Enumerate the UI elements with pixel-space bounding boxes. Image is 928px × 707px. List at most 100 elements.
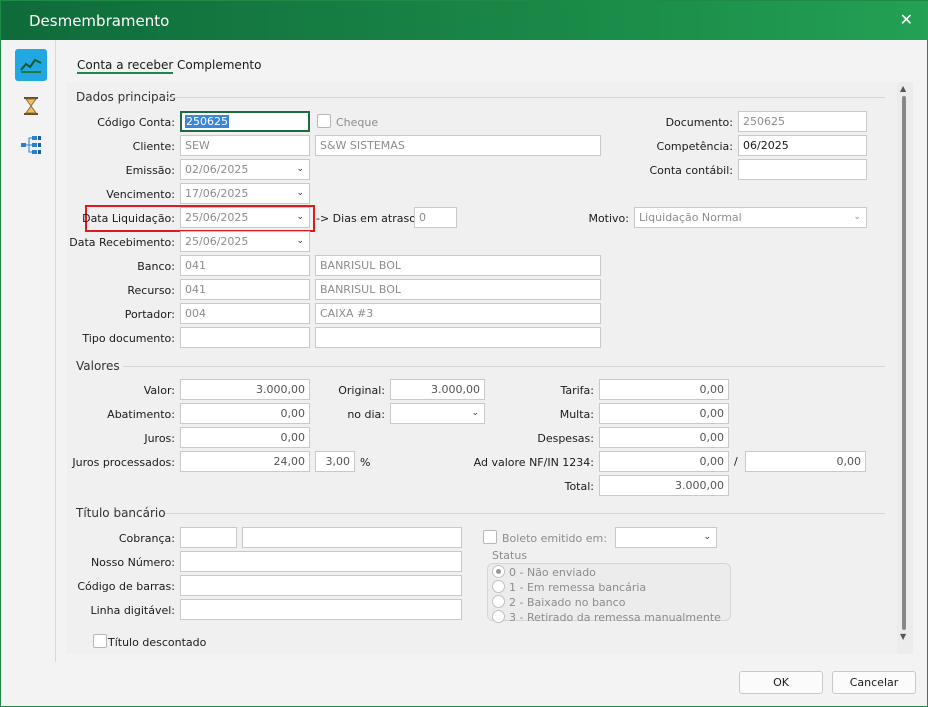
chevron-down-icon[interactable]: ⌄ [471, 408, 479, 418]
title-bar: Desmembramento ✕ [1, 1, 928, 40]
juros-processados-label: Juros processados: [72, 456, 175, 469]
liquidacao-label: Data Liquidação: [82, 212, 175, 225]
codigo-label: Código Conta: [97, 116, 175, 129]
recebimento-date-picker[interactable]: 25/06/2025 ⌄ [180, 231, 310, 252]
despesas-label: Despesas: [537, 432, 594, 445]
ad-valore-label: Ad valore NF/IN 1234: [473, 456, 594, 469]
sidebar [1, 40, 56, 662]
recebimento-label: Data Recebimento: [69, 236, 175, 249]
status-label: Status [492, 549, 528, 562]
split-icon[interactable] [15, 129, 47, 161]
titulo-descontado-checkbox[interactable] [93, 634, 107, 648]
scroll-down-icon[interactable]: ▼ [900, 632, 906, 641]
liquidacao-date-picker[interactable]: 25/06/2025 ⌄ [180, 207, 310, 228]
cobranca-name-input[interactable] [242, 527, 462, 548]
scroll-up-icon[interactable]: ▲ [900, 84, 906, 93]
tab-complemento[interactable]: Complemento [177, 58, 261, 72]
original-label: Original: [338, 384, 385, 397]
cobranca-code-input[interactable] [180, 527, 237, 548]
cliente-code-input[interactable]: SEW [180, 135, 310, 156]
multa-input[interactable]: 0,00 [599, 403, 729, 424]
competencia-label: Competência: [656, 140, 733, 153]
chevron-down-icon[interactable]: ⌄ [853, 212, 861, 222]
ad-valore-input-2[interactable]: 0,00 [745, 451, 866, 472]
section-divider [123, 366, 885, 367]
dias-atraso-label: -> Dias em atraso: [316, 212, 420, 225]
tarifa-input[interactable]: 0,00 [599, 379, 729, 400]
scrollbar-thumb[interactable] [902, 96, 906, 630]
abatimento-input[interactable]: 0,00 [180, 403, 310, 424]
percent-symbol: % [360, 456, 371, 469]
motivo-select[interactable]: Liquidação Normal ⌄ [634, 207, 867, 228]
tipo-documento-name-input[interactable] [315, 327, 601, 348]
section-valores: Valores [76, 359, 120, 373]
dias-atraso-input[interactable]: 0 [414, 207, 457, 228]
status-radio-3[interactable] [492, 610, 505, 623]
linha-digitavel-input[interactable] [180, 599, 462, 620]
chart-icon[interactable] [15, 49, 47, 81]
status-radio-2[interactable] [492, 595, 505, 608]
portador-code-input[interactable]: 004 [180, 303, 310, 324]
tarifa-label: Tarifa: [560, 384, 594, 397]
tipo-documento-code-input[interactable] [180, 327, 310, 348]
portador-name-input[interactable]: CAIXA #3 [315, 303, 601, 324]
cliente-name-input[interactable]: S&W SISTEMAS [315, 135, 601, 156]
status-option-3: 3 - Retirado da remessa manualmente [509, 611, 721, 624]
abatimento-label: Abatimento: [107, 408, 175, 421]
tab-conta-a-receber[interactable]: Conta a receber [77, 58, 174, 74]
vertical-scrollbar[interactable]: ▲ ▼ [897, 82, 913, 654]
content-area: Conta a receber Complemento Dados princi… [57, 40, 928, 662]
status-option-1: 1 - Em remessa bancária [509, 581, 647, 594]
boleto-label: Boleto emitido em: [502, 532, 607, 545]
juros-percent-input[interactable]: 3,00 [315, 451, 355, 472]
ad-valore-input-1[interactable]: 0,00 [599, 451, 729, 472]
motivo-label: Motivo: [588, 212, 629, 225]
cobranca-label: Cobrança: [118, 532, 175, 545]
documento-input[interactable]: 250625 [738, 111, 867, 132]
status-radio-0[interactable] [492, 565, 505, 578]
emissao-label: Emissão: [125, 164, 175, 177]
vencimento-date-picker[interactable]: 17/06/2025 ⌄ [180, 183, 310, 204]
boleto-checkbox[interactable] [483, 530, 497, 544]
banco-code-input[interactable]: 041 [180, 255, 310, 276]
slash-separator: / [734, 455, 738, 468]
chevron-down-icon[interactable]: ⌄ [296, 188, 304, 198]
section-divider [167, 97, 885, 98]
valor-input[interactable]: 3.000,00 [180, 379, 310, 400]
chevron-down-icon[interactable]: ⌄ [296, 236, 304, 246]
ok-button[interactable]: OK [739, 671, 823, 694]
no-dia-date-picker[interactable]: ⌄ [390, 403, 485, 424]
cheque-checkbox[interactable] [317, 114, 331, 128]
nosso-numero-input[interactable] [180, 551, 462, 572]
valor-label: Valor: [143, 384, 175, 397]
chevron-down-icon[interactable]: ⌄ [296, 164, 304, 174]
recurso-label: Recurso: [127, 284, 175, 297]
status-radio-1[interactable] [492, 580, 505, 593]
linha-digitavel-label: Linha digitável: [90, 604, 175, 617]
titulo-descontado-label: Título descontado [108, 636, 207, 649]
total-input[interactable]: 3.000,00 [599, 475, 729, 496]
cliente-label: Cliente: [132, 140, 175, 153]
recurso-name-input[interactable]: BANRISUL BOL [315, 279, 601, 300]
codigo-input[interactable]: 250625 [180, 111, 310, 132]
multa-label: Multa: [559, 408, 594, 421]
codigo-barras-input[interactable] [180, 575, 462, 596]
original-input[interactable]: 3.000,00 [390, 379, 485, 400]
section-divider [165, 513, 885, 514]
juros-processados-input[interactable]: 24,00 [180, 451, 310, 472]
hourglass-icon[interactable] [15, 90, 47, 122]
boleto-date-picker[interactable]: ⌄ [615, 527, 717, 548]
conta-contabil-input[interactable] [738, 159, 867, 180]
despesas-input[interactable]: 0,00 [599, 427, 729, 448]
banco-name-input[interactable]: BANRISUL BOL [315, 255, 601, 276]
juros-input[interactable]: 0,00 [180, 427, 310, 448]
chevron-down-icon[interactable]: ⌄ [703, 532, 711, 542]
cancel-button[interactable]: Cancelar [832, 671, 916, 694]
recurso-code-input[interactable]: 041 [180, 279, 310, 300]
close-icon[interactable]: ✕ [900, 10, 913, 29]
no-dia-label: no dia: [347, 408, 385, 421]
emissao-date-picker[interactable]: 02/06/2025 ⌄ [180, 159, 310, 180]
competencia-input[interactable]: 06/2025 [738, 135, 867, 156]
chevron-down-icon[interactable]: ⌄ [296, 212, 304, 222]
codigo-barras-label: Código de barras: [77, 580, 175, 593]
